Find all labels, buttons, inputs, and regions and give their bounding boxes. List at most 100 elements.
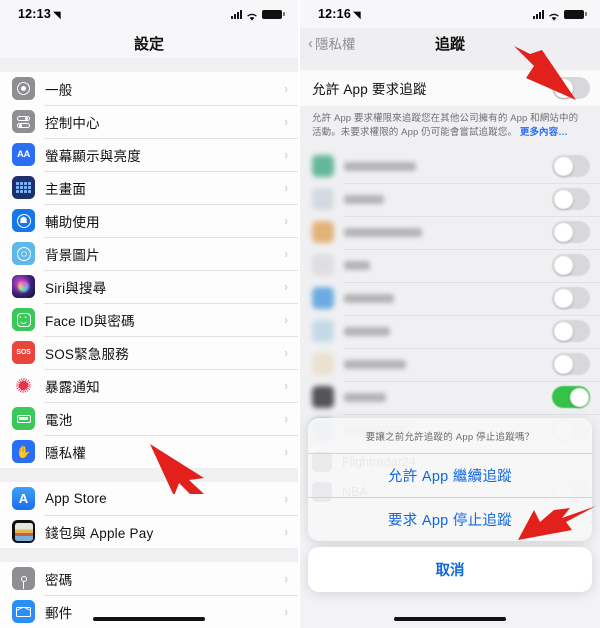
allow-apps-request-track-label: 允許 App 要求追蹤 [312, 82, 427, 97]
list-item-label: 主畫面 [45, 181, 87, 197]
sidebar-item-exposure-notifications[interactable]: 暴露通知 › [0, 369, 298, 402]
toggle-knob [553, 288, 573, 308]
sos-icon: SOS [12, 341, 35, 364]
toggle-knob [553, 78, 573, 98]
action-sheet: 要讓之前允許追蹤的 App 停止追蹤嗎？ 允許 App 繼續追蹤 要求 App … [308, 418, 592, 592]
sidebar-item-general[interactable]: 一般 › [0, 72, 298, 105]
status-bar-time: 12:16 ◥ [318, 7, 361, 21]
sidebar-item-mail[interactable]: 郵件 › [0, 595, 298, 628]
app-tracking-toggle[interactable] [552, 320, 590, 342]
list-item[interactable] [300, 215, 600, 249]
list-item-label: 暴露通知 [45, 379, 100, 395]
status-bar-indicators [533, 9, 587, 21]
app-tracking-toggle[interactable] [552, 254, 590, 276]
app-tracking-toggle[interactable] [552, 287, 590, 309]
list-item[interactable] [300, 248, 600, 282]
app-store-icon: A [12, 487, 35, 510]
app-tracking-toggle[interactable] [552, 188, 590, 210]
list-item-label: 錢包與 Apple Pay [45, 525, 154, 541]
home-indicator [93, 617, 205, 621]
app-tracking-toggle-enabled[interactable] [552, 386, 590, 408]
wallet-icon [12, 520, 35, 543]
app-name-blurred [344, 161, 416, 171]
app-name-blurred [344, 260, 370, 270]
app-tracking-toggle[interactable] [552, 155, 590, 177]
sidebar-item-display-brightness[interactable]: AA 螢幕顯示與亮度 › [0, 138, 298, 171]
chevron-right-icon: › [284, 378, 288, 393]
app-name-blurred [344, 194, 384, 204]
status-bar-time-text: 12:13 [18, 7, 51, 21]
action-sheet-allow-continue-button[interactable]: 允許 App 繼續追蹤 [308, 453, 592, 497]
home-indicator [394, 617, 506, 621]
sidebar-item-app-store[interactable]: A App Store › [0, 482, 298, 515]
location-arrow-icon: ◥ [352, 10, 361, 21]
app-tracking-toggle[interactable] [552, 353, 590, 375]
chevron-right-icon: › [284, 114, 288, 129]
mail-icon [12, 600, 35, 623]
wallpaper-icon [12, 242, 35, 265]
sidebar-item-home-screen[interactable]: 主畫面 › [0, 171, 298, 204]
app-icon [312, 353, 334, 375]
back-button-privacy[interactable]: ‹ 隱私權 [308, 33, 356, 53]
list-item-label: 螢幕顯示與亮度 [45, 148, 141, 164]
home-screen-icon [12, 176, 35, 199]
chevron-right-icon: › [284, 444, 288, 459]
list-item-label: 一般 [45, 82, 73, 98]
sidebar-item-accessibility[interactable]: ☗ 輔助使用 › [0, 204, 298, 237]
app-name-blurred [344, 392, 386, 402]
sidebar-item-face-id-passcode[interactable]: Face ID與密碼 › [0, 303, 298, 336]
list-item-label: SOS緊急服務 [45, 346, 129, 362]
nav-bar-settings: 設定 [0, 28, 298, 58]
chevron-right-icon: › [284, 213, 288, 228]
list-item-label: 輔助使用 [45, 214, 100, 230]
list-gap-1 [0, 468, 298, 482]
chevron-right-icon: › [284, 524, 288, 539]
app-icon [312, 287, 334, 309]
list-gap-2 [0, 548, 298, 562]
sidebar-item-wallpaper[interactable]: 背景圖片 › [0, 237, 298, 270]
allow-apps-request-track-toggle[interactable] [552, 77, 590, 99]
list-item[interactable] [300, 182, 600, 216]
accessibility-icon: ☗ [12, 209, 35, 232]
left-phone-settings-screen: 12:13 ◥ 設定 一般 › 控制中心 › AA 螢幕顯示與亮度 › 主畫面 … [0, 0, 300, 628]
privacy-hand-icon: ✋ [12, 440, 35, 463]
sidebar-item-privacy[interactable]: ✋ 隱私權 › [0, 435, 298, 468]
gear-icon [12, 77, 35, 100]
sidebar-item-control-center[interactable]: 控制中心 › [0, 105, 298, 138]
action-sheet-cancel-button[interactable]: 取消 [308, 547, 592, 592]
status-bar-time: 12:13 ◥ [18, 7, 61, 21]
toggle-knob [553, 189, 573, 209]
sidebar-item-siri-search[interactable]: Siri與搜尋 › [0, 270, 298, 303]
exposure-notification-icon [12, 374, 35, 397]
list-item-label: App Store [45, 491, 107, 506]
action-sheet-ask-stop-button[interactable]: 要求 App 停止追蹤 [308, 497, 592, 541]
list-item[interactable] [300, 150, 600, 183]
sidebar-item-passwords[interactable]: 密碼 › [0, 562, 298, 595]
chevron-right-icon: › [284, 180, 288, 195]
list-item[interactable] [300, 281, 600, 315]
status-bar-indicators [231, 9, 285, 21]
battery-settings-icon [12, 407, 35, 430]
chevron-right-icon: › [284, 147, 288, 162]
chevron-right-icon: › [284, 246, 288, 261]
allow-apps-request-track-row[interactable]: 允許 App 要求追蹤 [300, 70, 600, 106]
list-item-label: Face ID與密碼 [45, 313, 135, 329]
list-item-label: 郵件 [45, 605, 73, 621]
page-title: 設定 [133, 35, 164, 53]
app-icon [312, 386, 334, 408]
chevron-right-icon: › [284, 411, 288, 426]
back-button-label: 隱私權 [315, 37, 356, 52]
sidebar-item-emergency-sos[interactable]: SOS SOS緊急服務 › [0, 336, 298, 369]
list-item-label: 控制中心 [45, 115, 100, 131]
sidebar-item-battery[interactable]: 電池 › [0, 402, 298, 435]
list-item[interactable] [300, 347, 600, 381]
sidebar-item-wallet-apple-pay[interactable]: 錢包與 Apple Pay › [0, 515, 298, 548]
list-item[interactable] [300, 314, 600, 348]
cellular-bars-icon [231, 9, 242, 19]
learn-more-link[interactable]: 更多內容… [520, 127, 568, 138]
siri-icon [12, 275, 35, 298]
list-item[interactable] [300, 380, 600, 414]
wifi-icon [246, 9, 258, 21]
toggle-knob [553, 321, 573, 341]
app-tracking-toggle[interactable] [552, 221, 590, 243]
